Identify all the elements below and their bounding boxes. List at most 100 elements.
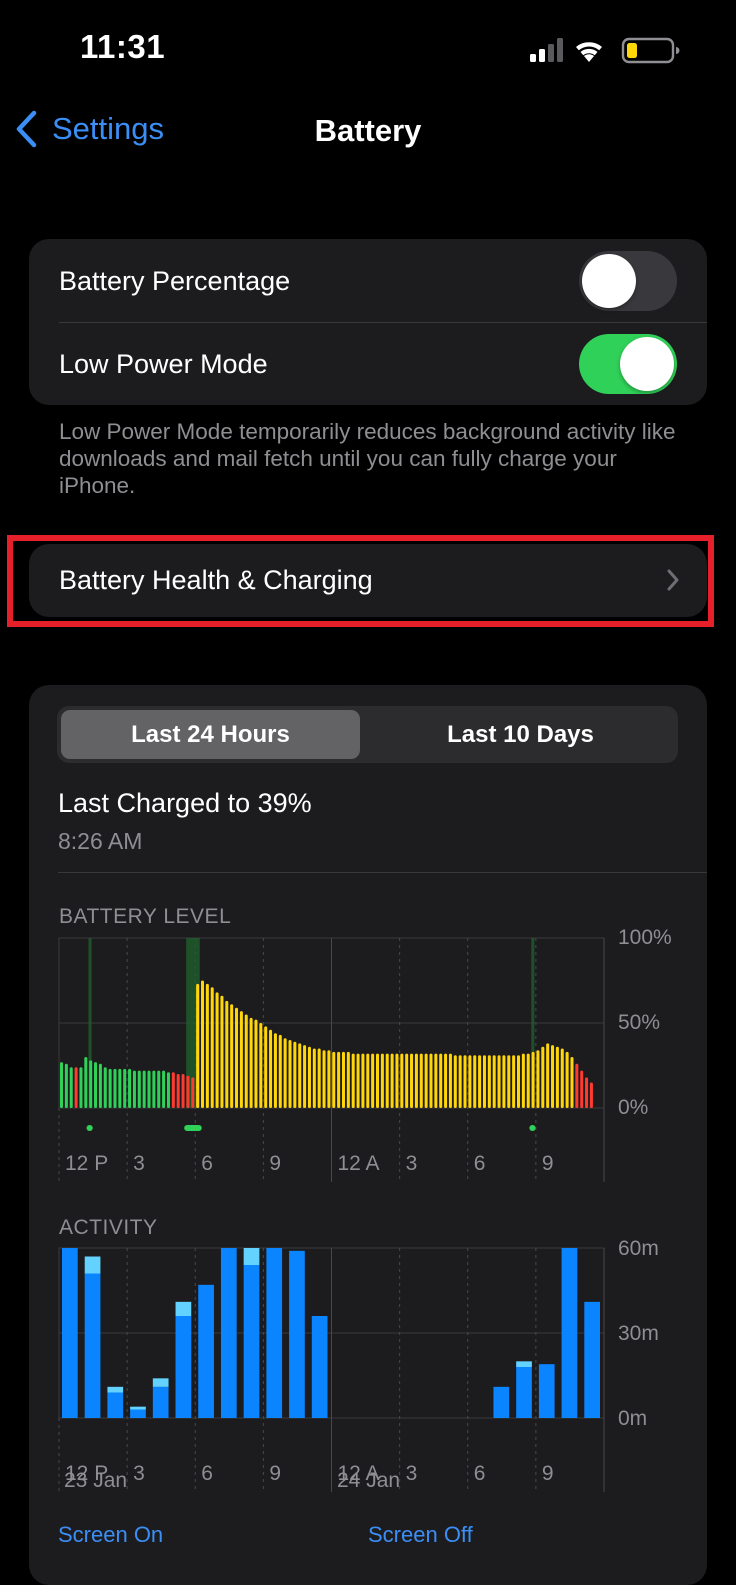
battery-level-bar	[371, 1053, 375, 1108]
battery-level-bar	[191, 1077, 195, 1108]
battery-percentage-toggle[interactable]	[579, 251, 677, 311]
battery-level-bar	[298, 1043, 302, 1108]
battery-level-bar	[565, 1051, 569, 1108]
tab-last-10-days[interactable]: Last 10 Days	[367, 710, 674, 759]
battery-level-bar	[570, 1057, 574, 1108]
battery-level-bar	[541, 1046, 545, 1108]
screen-off-bar	[243, 1248, 260, 1265]
screen-off-bar	[107, 1386, 124, 1393]
battery-level-bar	[560, 1048, 564, 1108]
battery-level-bar	[293, 1041, 297, 1108]
battery-level-bar	[220, 995, 224, 1108]
battery-percentage-label: Battery Percentage	[59, 266, 291, 296]
battery-level-bar	[74, 1067, 78, 1108]
battery-level-bar	[332, 1051, 336, 1108]
screen-on-bar	[493, 1386, 510, 1418]
battery-level-bar	[215, 992, 219, 1108]
battery-level-bar	[487, 1055, 491, 1108]
battery-level-bar	[376, 1053, 380, 1108]
battery-level-bar	[181, 1074, 185, 1108]
battery-level-bar	[176, 1074, 180, 1108]
x-tick-label: 3	[133, 1462, 145, 1485]
battery-level-bar	[414, 1053, 418, 1108]
x-tick-label: 6	[201, 1152, 213, 1175]
battery-level-bar	[424, 1053, 428, 1108]
battery-level-bar	[512, 1055, 516, 1108]
low-power-footnote: Low Power Mode temporarily reduces backg…	[59, 419, 676, 498]
charging-indicator	[529, 1125, 536, 1131]
battery-level-bar	[356, 1053, 360, 1108]
battery-level-bar	[322, 1050, 326, 1108]
screen-on-bar	[62, 1248, 78, 1418]
legend-screen-on[interactable]: Screen On	[58, 1522, 163, 1548]
x-tick-label: 3	[406, 1152, 418, 1175]
activity-chart: 12 P 3 6 9 12 A369	[58, 1247, 605, 1492]
battery-level-bar	[123, 1068, 127, 1108]
battery-level-bar	[585, 1077, 589, 1108]
battery-level-bar	[439, 1053, 443, 1108]
screen-on-bar	[584, 1301, 600, 1418]
battery-level-bar	[502, 1055, 506, 1108]
battery-level-bar	[166, 1072, 170, 1108]
battery-level-bar	[147, 1070, 151, 1108]
date-label-24-jan: 24 Jan	[337, 1469, 401, 1492]
battery-level-bar	[288, 1040, 292, 1108]
tab-last-24-hours[interactable]: Last 24 Hours	[61, 710, 360, 759]
battery-level-bar	[366, 1053, 370, 1108]
screen-on-bar	[289, 1250, 305, 1418]
charging-indicator	[184, 1125, 202, 1131]
x-tick-label: 9	[542, 1462, 554, 1485]
x-tick-label: 12 A	[338, 1152, 380, 1175]
x-tick-label: 9	[269, 1152, 281, 1175]
battery-level-bar	[419, 1053, 423, 1108]
x-tick-label: 12 P	[65, 1152, 108, 1175]
battery-level-bar	[196, 983, 200, 1108]
screen-off-bar	[175, 1301, 192, 1316]
battery-level-bar	[69, 1067, 73, 1108]
battery-level-bar	[273, 1033, 277, 1108]
battery-level-bar	[283, 1038, 287, 1108]
battery-level-bar	[434, 1053, 438, 1108]
battery-level-bar	[225, 1000, 229, 1108]
battery-level-bar	[60, 1062, 64, 1108]
battery-level-bar	[205, 983, 209, 1108]
page-title: Battery	[314, 113, 422, 148]
date-label-23-jan: 23 Jan	[64, 1469, 128, 1492]
battery-level-bar	[98, 1063, 102, 1108]
battery-level-bar	[361, 1053, 365, 1108]
battery-level-bar	[200, 980, 205, 1108]
legend-screen-off[interactable]: Screen Off	[368, 1522, 473, 1548]
last-charged-title: Last Charged to 39%	[58, 788, 312, 818]
battery-level-bar	[152, 1070, 156, 1108]
battery-level-bar	[482, 1055, 486, 1108]
x-tick-label: 3	[406, 1462, 418, 1485]
screen-on-bar	[130, 1409, 146, 1418]
battery-level-bar	[478, 1055, 482, 1108]
battery-level-bar	[507, 1055, 511, 1108]
battery-level-bar	[327, 1050, 331, 1108]
battery-level-bar	[380, 1053, 384, 1108]
battery-level-bar	[463, 1055, 467, 1108]
battery-level-bar	[235, 1007, 239, 1108]
battery-level-bar	[390, 1053, 394, 1108]
battery-level-bar	[575, 1063, 579, 1108]
battery-level-bar	[453, 1055, 457, 1108]
battery-level-bar	[497, 1055, 501, 1108]
time-range-segmented-control: Last 24 Hours Last 10 Days	[57, 706, 678, 763]
x-tick-label: 6	[474, 1152, 486, 1175]
battery-level-bar	[239, 1011, 243, 1108]
battery-level-bar	[157, 1070, 161, 1108]
low-power-mode-toggle[interactable]	[579, 334, 677, 394]
battery-icon	[621, 37, 680, 64]
battery-level-bar	[132, 1070, 136, 1108]
battery-level-bar	[395, 1053, 399, 1108]
battery-level-bar	[385, 1053, 389, 1108]
screen-off-bar	[84, 1256, 101, 1274]
battery-level-bar	[405, 1053, 409, 1108]
battery-level-bar	[448, 1053, 452, 1108]
battery-level-bar	[142, 1070, 146, 1108]
battery-level-bar	[317, 1048, 321, 1108]
battery-level-bar	[458, 1055, 462, 1108]
battery-level-bar	[473, 1055, 477, 1108]
battery-level-bar	[89, 1060, 93, 1108]
